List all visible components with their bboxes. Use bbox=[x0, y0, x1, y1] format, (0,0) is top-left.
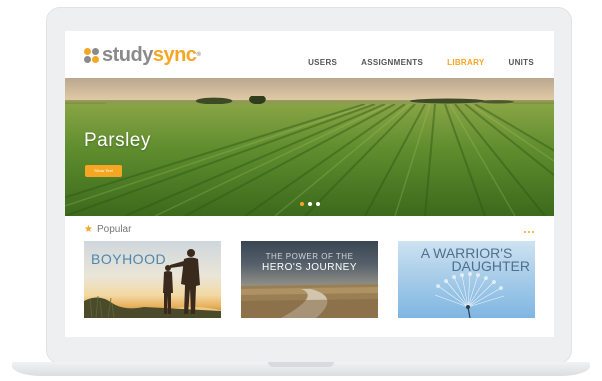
popular-section-header: ★ Popular bbox=[84, 224, 131, 235]
card-boyhood[interactable]: BOYHOOD bbox=[84, 241, 221, 318]
laptop-notch bbox=[268, 362, 334, 367]
popular-title: Popular bbox=[96, 224, 132, 235]
carousel-indicators bbox=[300, 202, 320, 206]
logo-text: studysync® bbox=[102, 44, 201, 66]
studysync-logo[interactable]: studysync® bbox=[84, 44, 201, 66]
logo-text-study: study bbox=[102, 44, 153, 66]
trademark-symbol: ® bbox=[196, 52, 201, 58]
card-heros-journey[interactable]: THE POWER OF THE HERO'S JOURNEY bbox=[241, 241, 378, 318]
hero-title: Parsley bbox=[84, 130, 151, 151]
card-warriors-daughter[interactable]: A WARRIOR'S DAUGHTER bbox=[398, 241, 535, 318]
nav-item-units[interactable]: UNITS bbox=[509, 58, 535, 67]
nav-item-assignments[interactable]: ASSIGNMENTS bbox=[361, 58, 423, 67]
card-title-line2: DAUGHTER bbox=[451, 258, 530, 274]
card-title-line2: HERO'S JOURNEY bbox=[261, 262, 358, 273]
nav-item-library[interactable]: LIBRARY bbox=[447, 58, 484, 67]
more-icon[interactable] bbox=[524, 231, 534, 233]
carousel-dot-1[interactable] bbox=[300, 202, 304, 206]
hero-field-image bbox=[65, 104, 554, 216]
star-icon: ★ bbox=[84, 223, 93, 235]
carousel-dot-2[interactable] bbox=[308, 202, 312, 206]
logo-text-sync: sync bbox=[152, 44, 197, 66]
carousel-dot-3[interactable] bbox=[316, 202, 320, 206]
nav-item-users[interactable]: USERS bbox=[308, 58, 337, 67]
header: studysync® USERS ASSIGNMENTS LIBRARY UNI… bbox=[65, 31, 554, 78]
show-text-button[interactable]: Show Text bbox=[85, 165, 122, 177]
hero-banner: Parsley Show Text bbox=[65, 78, 554, 216]
logo-dots-icon bbox=[84, 47, 99, 63]
screen: studysync® USERS ASSIGNMENTS LIBRARY UNI… bbox=[65, 31, 554, 337]
main-nav: USERS ASSIGNMENTS LIBRARY UNITS bbox=[284, 58, 534, 67]
card-title-line1: THE POWER OF THE bbox=[265, 252, 354, 261]
card-title: BOYHOOD bbox=[91, 251, 167, 267]
